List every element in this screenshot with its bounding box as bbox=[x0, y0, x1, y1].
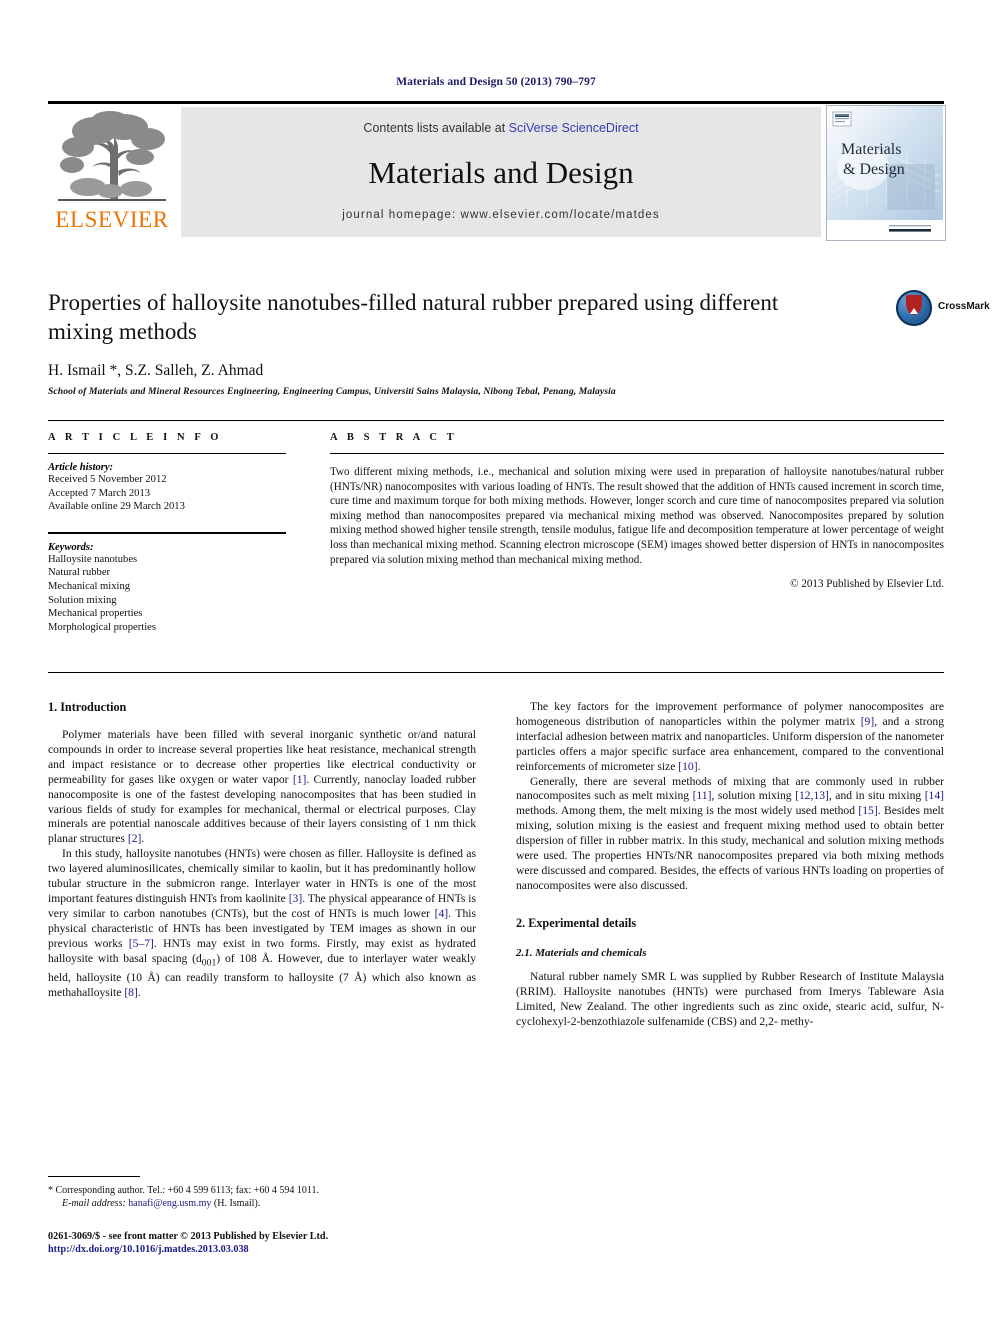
footnote-email: E-mail address: hanafi@eng.usm.my (H. Is… bbox=[48, 1197, 476, 1210]
journal-cover-thumbnail: Materials & Design bbox=[826, 105, 946, 241]
sciencedirect-link[interactable]: SciVerse ScienceDirect bbox=[509, 121, 639, 135]
citation-ref[interactable]: [4] bbox=[435, 907, 449, 920]
para-text: . bbox=[137, 985, 141, 999]
affiliation: School of Materials and Mineral Resource… bbox=[48, 386, 616, 397]
body-columns: 1. Introduction Polymer materials have b… bbox=[48, 700, 944, 1170]
citation-ref[interactable]: [11] bbox=[693, 789, 712, 802]
citation-ref[interactable]: [8] bbox=[124, 986, 138, 999]
title-block: Properties of halloysite nanotubes-fille… bbox=[48, 288, 990, 397]
crossmark-shield-icon bbox=[906, 295, 922, 315]
paragraph: Natural rubber namely SMR L was supplied… bbox=[516, 969, 944, 1028]
article-history-accepted: Accepted 7 March 2013 bbox=[48, 487, 151, 499]
citation-ref[interactable]: [10] bbox=[678, 760, 697, 773]
citation-ref[interactable]: [3] bbox=[289, 892, 303, 905]
paragraph: Generally, there are several methods of … bbox=[516, 775, 944, 894]
contents-prefix: Contents lists available at bbox=[363, 121, 509, 135]
keyword-item: Morphological properties bbox=[48, 621, 156, 633]
abstract-column: A B S T R A C T Two different mixing met… bbox=[330, 432, 944, 590]
email-label: E-mail address: bbox=[62, 1198, 126, 1210]
para-text: . bbox=[141, 832, 145, 846]
body-column-right: The key factors for the improvement perf… bbox=[516, 700, 944, 1029]
band-bottom-rule bbox=[48, 672, 944, 673]
article-history-label: Article history: bbox=[48, 462, 114, 473]
paragraph: The key factors for the improvement perf… bbox=[516, 700, 944, 775]
abstract-text: Two different mixing methods, i.e., mech… bbox=[330, 466, 944, 566]
journal-masthead: ELSEVIER Contents lists available at Sci… bbox=[48, 101, 946, 241]
keyword-item: Halloysite nanotubes bbox=[48, 553, 138, 565]
elsevier-tree-icon bbox=[52, 109, 172, 207]
article-info-column: A R T I C L E I N F O Article history: R… bbox=[48, 432, 286, 634]
citation-ref[interactable]: [9] bbox=[861, 715, 875, 728]
paragraph: Polymer materials have been filled with … bbox=[48, 728, 476, 847]
journal-homepage-line[interactable]: journal homepage: www.elsevier.com/locat… bbox=[181, 209, 821, 221]
crossmark-badge-group[interactable]: CrossMark bbox=[848, 288, 990, 336]
running-head: Materials and Design 50 (2013) 790–797 bbox=[396, 76, 596, 88]
subsection-heading-materials: 2.1. Materials and chemicals bbox=[516, 946, 647, 959]
citation-ref[interactable]: [1] bbox=[293, 773, 307, 786]
abstract-copyright: © 2013 Published by Elsevier Ltd. bbox=[790, 578, 944, 591]
keyword-item: Mechanical mixing bbox=[48, 580, 131, 592]
citation-ref[interactable]: [15] bbox=[858, 804, 877, 817]
crossmark-icon bbox=[896, 290, 932, 326]
footnote-corresponding: * Corresponding author. Tel.: +60 4 599 … bbox=[48, 1185, 320, 1196]
crossmark-label: CrossMark bbox=[938, 301, 990, 312]
citation-ref[interactable]: [5–7] bbox=[129, 937, 154, 950]
para-text: . Besides melt mixing, solution mixing i… bbox=[516, 804, 944, 892]
section-heading-experimental: 2. Experimental details bbox=[516, 915, 637, 930]
masthead-top-rule bbox=[48, 101, 944, 104]
para-text: , and in situ mixing bbox=[828, 789, 925, 803]
article-info-rule bbox=[48, 453, 286, 454]
email-owner: (H. Ismail). bbox=[213, 1198, 261, 1210]
article-history-online: Available online 29 March 2013 bbox=[48, 501, 185, 513]
elsevier-wordmark: ELSEVIER bbox=[55, 207, 169, 232]
svg-text:Materials: Materials bbox=[841, 141, 901, 158]
author-list: H. Ismail *, S.Z. Salleh, Z. Ahmad bbox=[48, 362, 264, 379]
paragraph: In this study, halloysite nanotubes (HNT… bbox=[48, 847, 476, 1000]
para-text: . bbox=[697, 759, 701, 773]
band-top-rule bbox=[48, 420, 944, 421]
citation-ref[interactable]: [2] bbox=[128, 832, 142, 845]
body-column-left: 1. Introduction Polymer materials have b… bbox=[48, 700, 476, 1001]
corresponding-author-footnote: * Corresponding author. Tel.: +60 4 599 … bbox=[48, 1176, 476, 1210]
keywords-rule bbox=[48, 531, 286, 534]
masthead-center-band: Contents lists available at SciVerse Sci… bbox=[181, 107, 821, 237]
keyword-item: Solution mixing bbox=[48, 594, 117, 606]
article-info-heading: A R T I C L E I N F O bbox=[48, 432, 223, 443]
footnote-rule bbox=[48, 1176, 140, 1177]
elsevier-logo: ELSEVIER bbox=[48, 107, 176, 237]
page-footer: 0261-3069/$ - see front matter © 2013 Pu… bbox=[48, 1231, 528, 1255]
journal-title: Materials and Design bbox=[368, 155, 634, 190]
keyword-item: Natural rubber bbox=[48, 567, 111, 579]
doi-link[interactable]: http://dx.doi.org/10.1016/j.matdes.2013.… bbox=[48, 1244, 528, 1255]
para-text: methods. Among them, the melt mixing is … bbox=[516, 804, 859, 818]
keywords-label: Keywords: bbox=[48, 541, 94, 553]
section-heading-introduction: 1. Introduction bbox=[48, 700, 127, 714]
page-title: Properties of halloysite nanotubes-fille… bbox=[48, 290, 779, 344]
citation-ref[interactable]: [12,13] bbox=[795, 789, 829, 802]
journal-article-page: Materials and Design 50 (2013) 790–797 E… bbox=[0, 0, 992, 1323]
para-text: , solution mixing bbox=[711, 789, 796, 803]
keyword-item: Mechanical properties bbox=[48, 608, 143, 620]
citation-ref[interactable]: [14] bbox=[925, 789, 944, 802]
contents-available-line: Contents lists available at SciVerse Sci… bbox=[181, 121, 821, 135]
issn-copyright-line: 0261-3069/$ - see front matter © 2013 Pu… bbox=[48, 1231, 329, 1242]
email-link[interactable]: hanafi@eng.usm.my bbox=[128, 1198, 211, 1209]
abstract-heading: A B S T R A C T bbox=[330, 432, 458, 443]
svg-text:& Design: & Design bbox=[843, 161, 905, 178]
article-history-received: Received 5 November 2012 bbox=[48, 474, 167, 485]
abstract-rule bbox=[330, 453, 944, 454]
subscript-001: 001 bbox=[201, 956, 217, 968]
